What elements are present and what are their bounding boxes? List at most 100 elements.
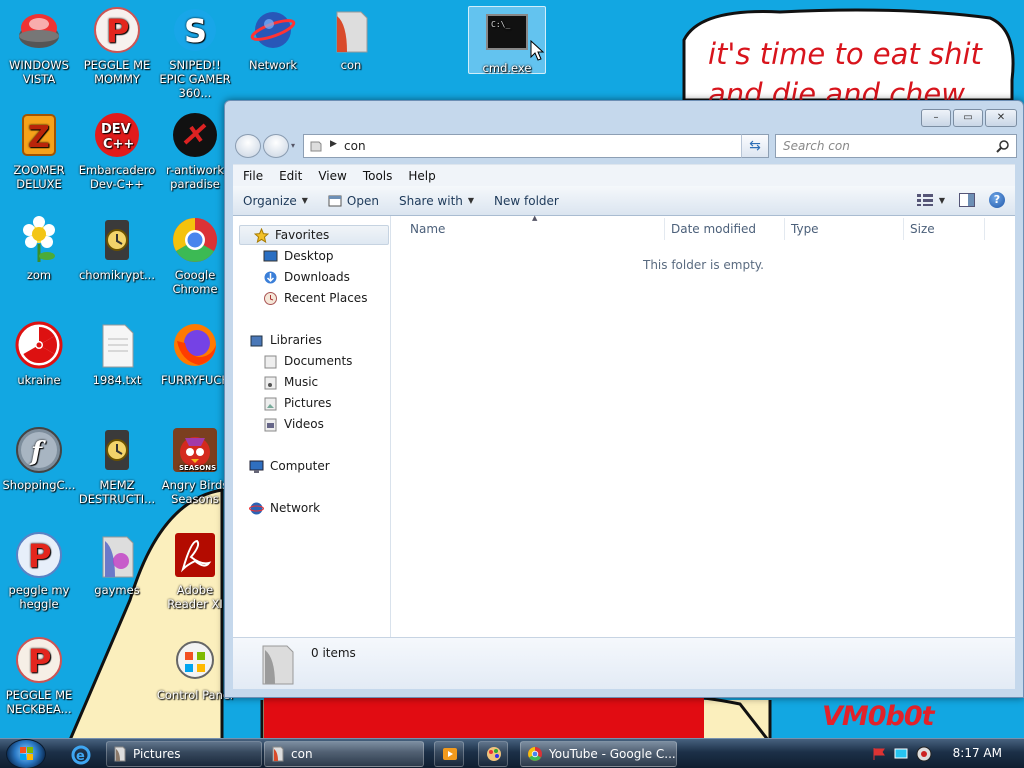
desktop-icon-control-panel[interactable]: Control Panel <box>155 636 235 702</box>
breadcrumb-arrow-icon[interactable]: ▶ <box>330 139 337 149</box>
nav-documents-label: Documents <box>284 354 353 368</box>
taskbar-item-youtube-chrome[interactable]: YouTube - Google C... <box>520 741 677 767</box>
column-divider[interactable] <box>984 218 985 240</box>
desktop-icon-memz[interactable]: MEMZ DESTRUCTI... <box>77 426 157 506</box>
nav-libraries[interactable]: Libraries <box>249 330 322 350</box>
share-with-button[interactable]: Share with ▼ <box>399 194 474 208</box>
nav-music[interactable]: Music <box>263 372 318 392</box>
display-icon[interactable] <box>894 747 908 761</box>
forward-button[interactable] <box>263 134 289 158</box>
menu-help[interactable]: Help <box>400 169 443 183</box>
desktop-icon-windows-vista[interactable]: WINDOWS VISTA <box>0 6 79 86</box>
nav-favorites[interactable]: Favorites <box>239 225 389 245</box>
menu-tools[interactable]: Tools <box>355 169 401 183</box>
nav-computer[interactable]: Computer <box>249 456 330 476</box>
menu-file[interactable]: File <box>235 169 271 183</box>
search-icon[interactable] <box>996 139 1010 153</box>
flash-icon: f <box>15 426 63 474</box>
minimize-button[interactable]: – <box>921 109 951 127</box>
search-input[interactable]: Search con <box>775 134 1017 158</box>
desktop-icon-zom[interactable]: zom <box>0 216 79 282</box>
help-icon[interactable]: ? <box>989 192 1005 208</box>
preview-pane-icon[interactable] <box>959 193 975 207</box>
sort-ascending-icon: ▲ <box>532 214 538 222</box>
change-view-button[interactable]: ▼ <box>916 194 945 206</box>
text-file-icon <box>93 321 141 369</box>
nav-videos[interactable]: Videos <box>263 414 324 434</box>
action-center-flag-icon[interactable] <box>872 747 886 761</box>
close-button[interactable]: ✕ <box>985 109 1017 127</box>
menu-view[interactable]: View <box>310 169 354 183</box>
desktop-icon-1984-txt[interactable]: 1984.txt <box>77 321 157 387</box>
desktop-icon-shoppingc[interactable]: f ShoppingC... <box>0 426 79 492</box>
folder-icon <box>272 746 284 762</box>
star-icon <box>253 227 270 243</box>
desktop-icon-con[interactable]: con <box>311 6 391 72</box>
details-pane: 0 items <box>233 637 1015 689</box>
desktop-icon-chomikrypt[interactable]: chomikrypt... <box>77 216 157 282</box>
desktop-icon-peggle-my-heggle[interactable]: P peggle my heggle <box>0 531 79 611</box>
nav-pictures[interactable]: Pictures <box>263 393 332 413</box>
column-name[interactable]: Name <box>410 222 445 236</box>
desktop-icon-firefox[interactable]: FURRYFUCK <box>155 321 235 387</box>
nav-network[interactable]: Network <box>249 498 320 518</box>
recent-pages-dropdown-icon[interactable]: ▾ <box>291 141 295 150</box>
desktop-icon-label: zom <box>26 268 52 282</box>
desktop-icon-peggle-me-mommy[interactable]: P PEGGLE ME MOMMY <box>77 6 157 86</box>
maximize-button[interactable]: ▭ <box>953 109 983 127</box>
volume-icon[interactable] <box>916 746 932 762</box>
taskbar-item-media-player[interactable] <box>434 741 464 767</box>
desktop-icon-adobe-reader[interactable]: Adobe Reader XI <box>155 531 235 611</box>
new-folder-button[interactable]: New folder <box>494 194 559 208</box>
taskbar-item-pictures[interactable]: Pictures <box>106 741 262 767</box>
desktop-icon-r-antiwork[interactable]: r-antiwork paradise <box>155 111 235 191</box>
organize-button[interactable]: Organize ▼ <box>243 194 308 208</box>
view-controls: ▼ ? <box>916 192 1005 208</box>
desktop-icon-ukraine[interactable]: ukraine <box>0 321 79 387</box>
column-date-modified[interactable]: Date modified <box>671 222 756 236</box>
desktop-icon-zoomer-deluxe[interactable]: Z ZOOMER DELUXE <box>0 111 79 191</box>
desktop-icon-network[interactable]: Network <box>233 6 313 72</box>
column-size[interactable]: Size <box>910 222 935 236</box>
nav-pictures-label: Pictures <box>284 396 332 410</box>
internet-explorer-icon[interactable]: e <box>70 744 92 766</box>
desktop-icon-gaymes[interactable]: gaymes <box>77 531 157 597</box>
desktop-icon-devcpp[interactable]: DEV C++ Embarcadero Dev-C++ <box>77 111 157 191</box>
hourglass-installer-icon <box>93 216 141 264</box>
desktop-icon-sniped[interactable]: S SNIPED!! EPIC GAMER 360... <box>155 6 235 100</box>
desktop-icon-peggle-me-neckbeard[interactable]: P PEGGLE ME NECKBEA... <box>0 636 79 716</box>
desktop-icon-label: MEMZ DESTRUCTI... <box>78 478 156 506</box>
refresh-button[interactable]: ⇆ <box>741 134 769 158</box>
column-divider[interactable] <box>664 218 665 240</box>
svg-text:SEASONS: SEASONS <box>179 464 216 472</box>
explorer-window[interactable]: – ▭ ✕ ▾ ▶ con ▼ ⇆ Search con File Edit V… <box>224 100 1024 698</box>
nav-desktop[interactable]: Desktop <box>263 246 334 266</box>
column-divider[interactable] <box>903 218 904 240</box>
column-divider[interactable] <box>784 218 785 240</box>
nav-documents[interactable]: Documents <box>263 351 352 371</box>
open-button[interactable]: Open <box>328 194 379 208</box>
media-player-icon <box>443 748 457 760</box>
breadcrumb-current-folder[interactable]: con <box>344 139 366 153</box>
network-icon <box>249 501 264 516</box>
nav-downloads[interactable]: Downloads <box>263 267 350 287</box>
clock[interactable]: 8:17 AM <box>953 746 1002 760</box>
file-list-pane[interactable]: Name ▲ Date modified Type Size This fold… <box>392 214 1015 637</box>
taskbar-item-con[interactable]: con <box>264 741 424 767</box>
column-name-label: Name <box>410 222 446 236</box>
desktop-icon-label: PEGGLE ME NECKBEA... <box>5 688 73 716</box>
desktop-icon-google-chrome[interactable]: Google Chrome <box>155 216 235 296</box>
nav-recent-places[interactable]: Recent Places <box>263 288 367 308</box>
skype-icon: S <box>171 6 219 54</box>
documents-icon <box>263 354 278 369</box>
column-type[interactable]: Type <box>791 222 819 236</box>
address-bar[interactable]: ▶ con ▼ <box>303 134 769 158</box>
nav-favorites-label: Favorites <box>275 228 330 242</box>
desktop-icon-angry-birds[interactable]: SEASONS Angry Birds Seasons <box>155 426 235 506</box>
taskbar-item-paint[interactable] <box>478 741 508 767</box>
start-button[interactable] <box>6 739 46 768</box>
menu-edit[interactable]: Edit <box>271 169 310 183</box>
nav-libraries-label: Libraries <box>270 333 322 347</box>
back-button[interactable] <box>235 134 261 158</box>
windows-vista-icon <box>15 6 63 54</box>
